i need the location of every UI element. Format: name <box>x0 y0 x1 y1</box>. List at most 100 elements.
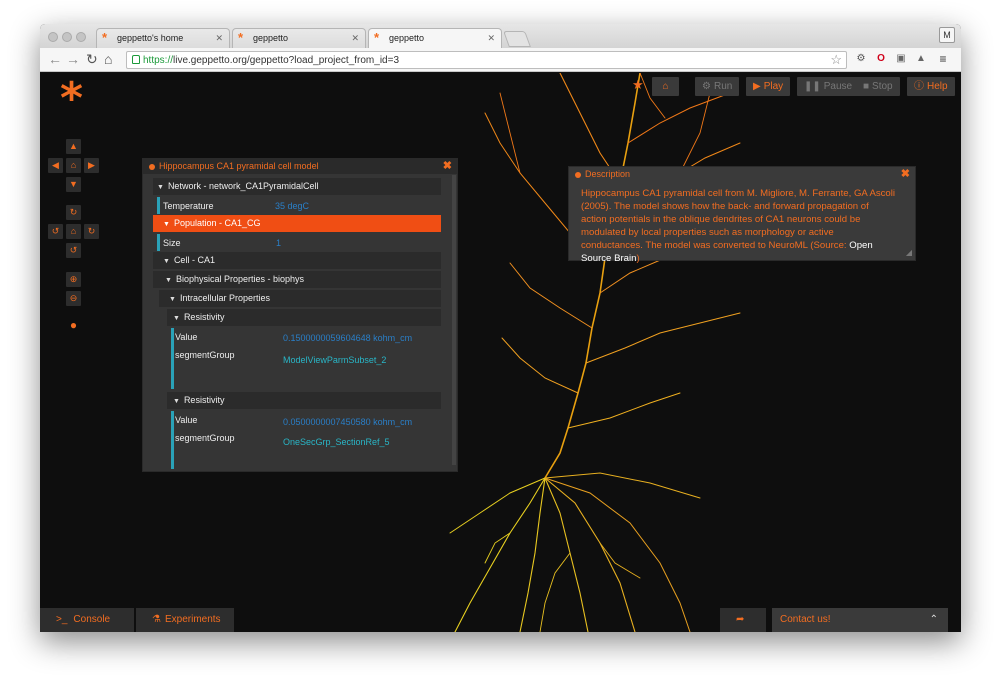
close-tab-icon[interactable]: ✕ <box>351 33 359 44</box>
indent-bar <box>171 411 174 469</box>
github-icon[interactable]: ● <box>66 318 81 333</box>
info-icon: ⓘ <box>914 81 924 92</box>
forward-arrow-icon[interactable]: → <box>66 51 80 67</box>
menu-icon[interactable]: ≡ <box>936 52 950 66</box>
basal-dendrite <box>449 477 546 534</box>
temperature-value[interactable]: 35 degC <box>275 201 309 211</box>
drive-icon[interactable]: ▲ <box>914 52 928 66</box>
close-icon[interactable]: ✖ <box>901 167 910 182</box>
chevron-up-icon[interactable]: ⌃ <box>930 608 938 632</box>
share-icon: ➦ <box>736 614 745 625</box>
tab-geppetto-home[interactable]: * geppetto's home ✕ <box>96 28 230 48</box>
zoom-in-icon[interactable]: ⊕ <box>66 272 81 287</box>
geppetto-favicon-icon: * <box>374 30 380 45</box>
tree-node-population[interactable]: ▼ Population - CA1_CG <box>153 215 441 232</box>
experiments-button[interactable]: ⚗ Experiments <box>136 608 234 632</box>
zoom-out-icon[interactable]: ⊖ <box>66 291 81 306</box>
pause-button[interactable]: ❚❚ Pause <box>797 77 860 96</box>
geppetto-logo-icon[interactable]: * <box>60 77 83 121</box>
rotate-home-icon[interactable]: ⌂ <box>66 224 81 239</box>
description-panel-header[interactable]: Description ✖ <box>569 167 915 182</box>
address-bar[interactable]: https://live.geppetto.org/geppetto?load_… <box>126 51 847 69</box>
segment-group-link[interactable]: ModelViewParmSubset_2 <box>283 355 386 365</box>
minimize-window-button[interactable] <box>62 32 72 42</box>
share-button[interactable]: ➦ <box>720 608 766 632</box>
tree-node-intracellular[interactable]: ▼ Intracellular Properties <box>159 290 441 307</box>
apical-branch <box>499 92 521 174</box>
tab-title: geppetto <box>389 33 425 43</box>
segment-group-label: segmentGroup <box>175 350 235 360</box>
apical-branch <box>501 337 579 394</box>
resistivity-value[interactable]: 0.0500000007450580 kohm_cm <box>283 417 412 427</box>
play-icon: ▶ <box>753 81 761 92</box>
caret-down-icon: ▼ <box>173 315 180 322</box>
geppetto-viewport[interactable]: * ▲ ◀ ⌂ ▶ ▼ ↻ ↺ ⌂ ↻ ↺ ⊕ ⊖ ● ★ ⌂ ⚙ Run ▶ Pl… <box>40 73 961 632</box>
value-label: Value <box>175 332 198 342</box>
pan-up-icon[interactable]: ▲ <box>66 139 81 154</box>
home-button[interactable]: ⌂ <box>652 77 679 96</box>
favorite-star-icon[interactable]: ★ <box>632 77 644 93</box>
pan-right-icon[interactable]: ▶ <box>84 158 99 173</box>
rotate-right-icon[interactable]: ↻ <box>84 224 99 239</box>
run-button[interactable]: ⚙ Run <box>695 77 740 96</box>
contact-us-bar[interactable]: Contact us! ⌃ <box>772 608 948 632</box>
model-tree-panel[interactable]: Hippocampus CA1 pyramidal cell model ✖ ▼… <box>142 158 458 472</box>
layers-icon[interactable]: ▣ <box>894 52 908 66</box>
zoom-window-button[interactable] <box>76 32 86 42</box>
caret-down-icon: ▼ <box>163 258 170 265</box>
apical-branch <box>627 92 731 144</box>
value-label: Value <box>175 415 198 425</box>
basal-dendrite <box>599 542 641 579</box>
help-button[interactable]: ⓘ Help <box>907 77 955 96</box>
extension-puzzle-icon[interactable]: ⚙ <box>854 52 868 66</box>
stop-icon: ■ <box>863 81 870 92</box>
tree-node-resistivity-1[interactable]: ▼ Resistivity <box>167 309 441 326</box>
rotate-up-icon[interactable]: ↻ <box>66 205 81 220</box>
geppetto-favicon-icon: * <box>102 30 108 45</box>
close-tab-icon[interactable]: ✕ <box>487 33 495 44</box>
tree-node-network[interactable]: ▼ Network - network_CA1PyramidalCell <box>153 178 441 195</box>
caret-down-icon: ▼ <box>169 296 176 303</box>
rotate-down-icon[interactable]: ↺ <box>66 243 81 258</box>
stop-button[interactable]: ■ Stop <box>856 77 900 96</box>
close-tab-icon[interactable]: ✕ <box>215 33 223 44</box>
browser-window: * geppetto's home ✕ * geppetto ✕ * geppe… <box>40 24 961 632</box>
tab-geppetto-1[interactable]: * geppetto ✕ <box>232 28 366 48</box>
play-button[interactable]: ▶ Play <box>746 77 791 96</box>
rotate-left-icon[interactable]: ↺ <box>48 224 63 239</box>
resize-handle-icon[interactable]: ◢ <box>906 248 912 257</box>
tree-node-biophysical[interactable]: ▼ Biophysical Properties - biophys <box>153 271 441 288</box>
opera-icon[interactable]: O <box>874 52 888 66</box>
model-panel-header[interactable]: Hippocampus CA1 pyramidal cell model ✖ <box>143 159 457 174</box>
tab-geppetto-active[interactable]: * geppetto ✕ <box>368 28 502 48</box>
reload-icon[interactable]: ↻ <box>86 51 98 67</box>
back-arrow-icon[interactable]: ← <box>48 51 62 67</box>
new-tab-button[interactable] <box>503 31 531 47</box>
indent-bar <box>171 328 174 389</box>
apical-branch <box>509 262 593 329</box>
pan-down-icon[interactable]: ▼ <box>66 177 81 192</box>
segment-group-link[interactable]: OneSecGrp_SectionRef_5 <box>283 437 390 447</box>
bookmark-star-icon[interactable]: ☆ <box>830 52 842 68</box>
geppetto-favicon-icon: * <box>238 30 244 45</box>
close-window-button[interactable] <box>48 32 58 42</box>
home-icon[interactable]: ⌂ <box>104 51 112 67</box>
size-value[interactable]: 1 <box>276 238 281 248</box>
resistivity-value[interactable]: 0.1500000059604648 kohm_cm <box>283 333 412 343</box>
tree-node-cell[interactable]: ▼ Cell - CA1 <box>153 252 441 269</box>
caret-down-icon: ▼ <box>165 277 172 284</box>
console-button[interactable]: >_ Console <box>40 608 134 632</box>
camera-home-icon[interactable]: ⌂ <box>66 158 81 173</box>
caret-down-icon: ▼ <box>157 184 164 191</box>
apical-branch <box>585 312 741 364</box>
close-icon[interactable]: ✖ <box>443 159 452 174</box>
description-panel[interactable]: Description ✖ Hippocampus CA1 pyramidal … <box>568 166 916 264</box>
basal-dendrite <box>544 477 589 632</box>
caret-down-icon: ▼ <box>173 398 180 405</box>
user-profile-button[interactable]: M <box>939 27 955 43</box>
tree-node-resistivity-2[interactable]: ▼ Resistivity <box>167 392 441 409</box>
basal-dendrite <box>484 532 511 564</box>
terminal-icon: >_ <box>56 614 68 625</box>
scrollbar[interactable] <box>452 175 456 465</box>
pan-left-icon[interactable]: ◀ <box>48 158 63 173</box>
